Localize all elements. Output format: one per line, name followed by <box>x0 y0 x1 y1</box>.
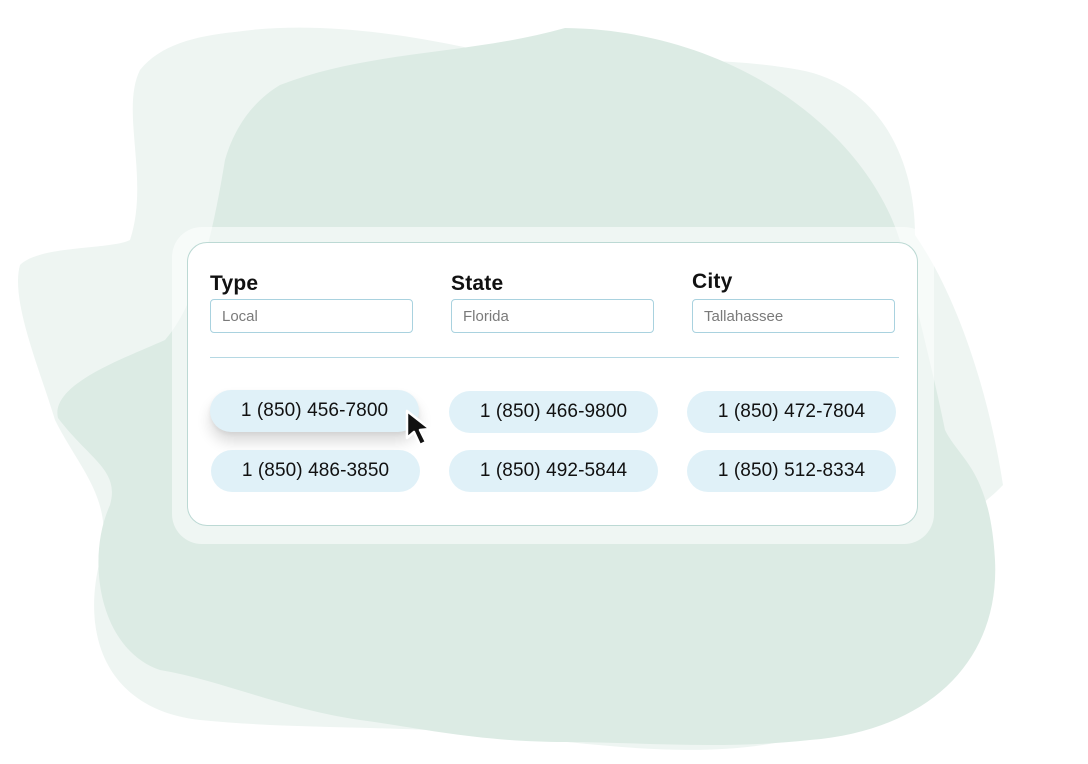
phone-number-option[interactable]: 1 (850) 472-7804 <box>687 391 896 433</box>
phone-number-option[interactable]: 1 (850) 512-8334 <box>687 450 896 492</box>
state-filter: State <box>451 269 654 333</box>
phone-number-results: 1 (850) 456-7800 1 (850) 466-9800 1 (850… <box>210 390 898 494</box>
type-filter: Type <box>210 269 413 333</box>
phone-number-option[interactable]: 1 (850) 466-9800 <box>449 391 658 433</box>
state-label: State <box>451 272 504 295</box>
state-input[interactable] <box>451 299 654 333</box>
phone-number-option[interactable]: 1 (850) 456-7800 <box>210 390 419 432</box>
city-filter: City <box>692 267 895 333</box>
number-search-panel: Type State City 1 (850) 456-7800 1 (850)… <box>187 242 918 526</box>
phone-number-option[interactable]: 1 (850) 486-3850 <box>211 450 420 492</box>
divider <box>210 357 899 358</box>
phone-number-option[interactable]: 1 (850) 492-5844 <box>449 450 658 492</box>
arrow-pointer-icon <box>405 409 432 447</box>
stage: Type State City 1 (850) 456-7800 1 (850)… <box>0 0 1088 764</box>
type-label: Type <box>210 272 259 295</box>
city-input[interactable] <box>692 299 895 333</box>
city-label: City <box>692 270 733 293</box>
type-input[interactable] <box>210 299 413 333</box>
